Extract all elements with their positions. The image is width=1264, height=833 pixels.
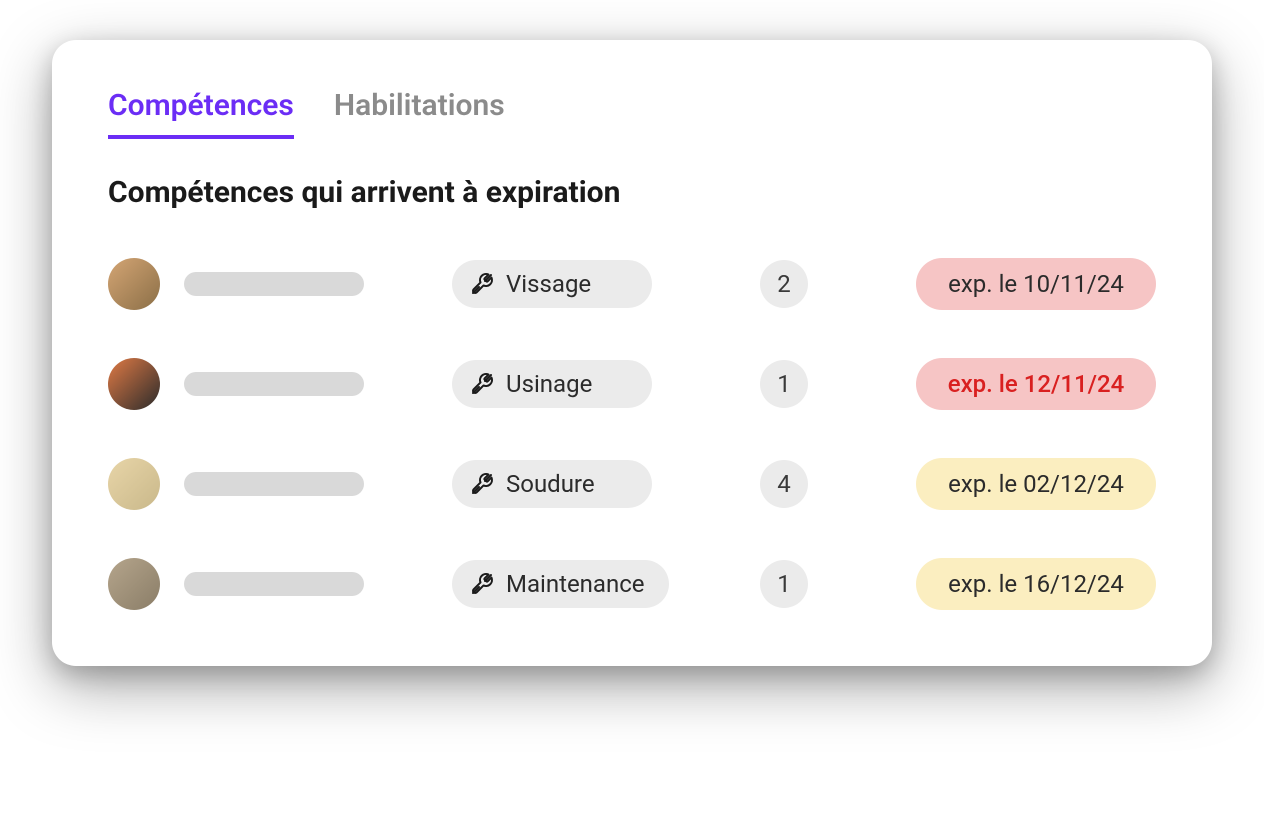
skill-pill[interactable]: Vissage: [452, 260, 652, 308]
expiring-skills-card: Compétences Habilitations Compétences qu…: [52, 40, 1212, 666]
tools-icon: [470, 272, 494, 296]
count-badge: 2: [760, 260, 808, 308]
skill-pill[interactable]: Maintenance: [452, 560, 669, 608]
tools-icon: [470, 472, 494, 496]
table-row: Soudure 4 exp. le 02/12/24: [108, 458, 1156, 510]
expiry-badge: exp. le 10/11/24: [916, 258, 1156, 310]
tabs: Compétences Habilitations: [108, 88, 1156, 139]
count-badge: 1: [760, 360, 808, 408]
skill-label: Soudure: [506, 470, 595, 498]
avatar: [108, 458, 160, 510]
name-placeholder: [184, 472, 364, 496]
skill-rows: Vissage 2 exp. le 10/11/24 Usinage 1 exp…: [108, 258, 1156, 610]
name-placeholder: [184, 272, 364, 296]
name-placeholder: [184, 372, 364, 396]
tab-competences[interactable]: Compétences: [108, 88, 294, 139]
avatar: [108, 358, 160, 410]
skill-label: Maintenance: [506, 570, 645, 598]
skill-label: Usinage: [506, 370, 592, 398]
skill-pill[interactable]: Usinage: [452, 360, 652, 408]
table-row: Usinage 1 exp. le 12/11/24: [108, 358, 1156, 410]
tools-icon: [470, 572, 494, 596]
count-badge: 1: [760, 560, 808, 608]
section-title: Compétences qui arrivent à expiration: [108, 175, 1156, 210]
avatar: [108, 258, 160, 310]
table-row: Vissage 2 exp. le 10/11/24: [108, 258, 1156, 310]
skill-label: Vissage: [506, 270, 591, 298]
tools-icon: [470, 372, 494, 396]
tab-habilitations[interactable]: Habilitations: [334, 88, 505, 139]
expiry-badge: exp. le 02/12/24: [916, 458, 1156, 510]
count-badge: 4: [760, 460, 808, 508]
skill-pill[interactable]: Soudure: [452, 460, 652, 508]
name-placeholder: [184, 572, 364, 596]
table-row: Maintenance 1 exp. le 16/12/24: [108, 558, 1156, 610]
avatar: [108, 558, 160, 610]
expiry-badge: exp. le 16/12/24: [916, 558, 1156, 610]
expiry-badge: exp. le 12/11/24: [916, 358, 1156, 410]
